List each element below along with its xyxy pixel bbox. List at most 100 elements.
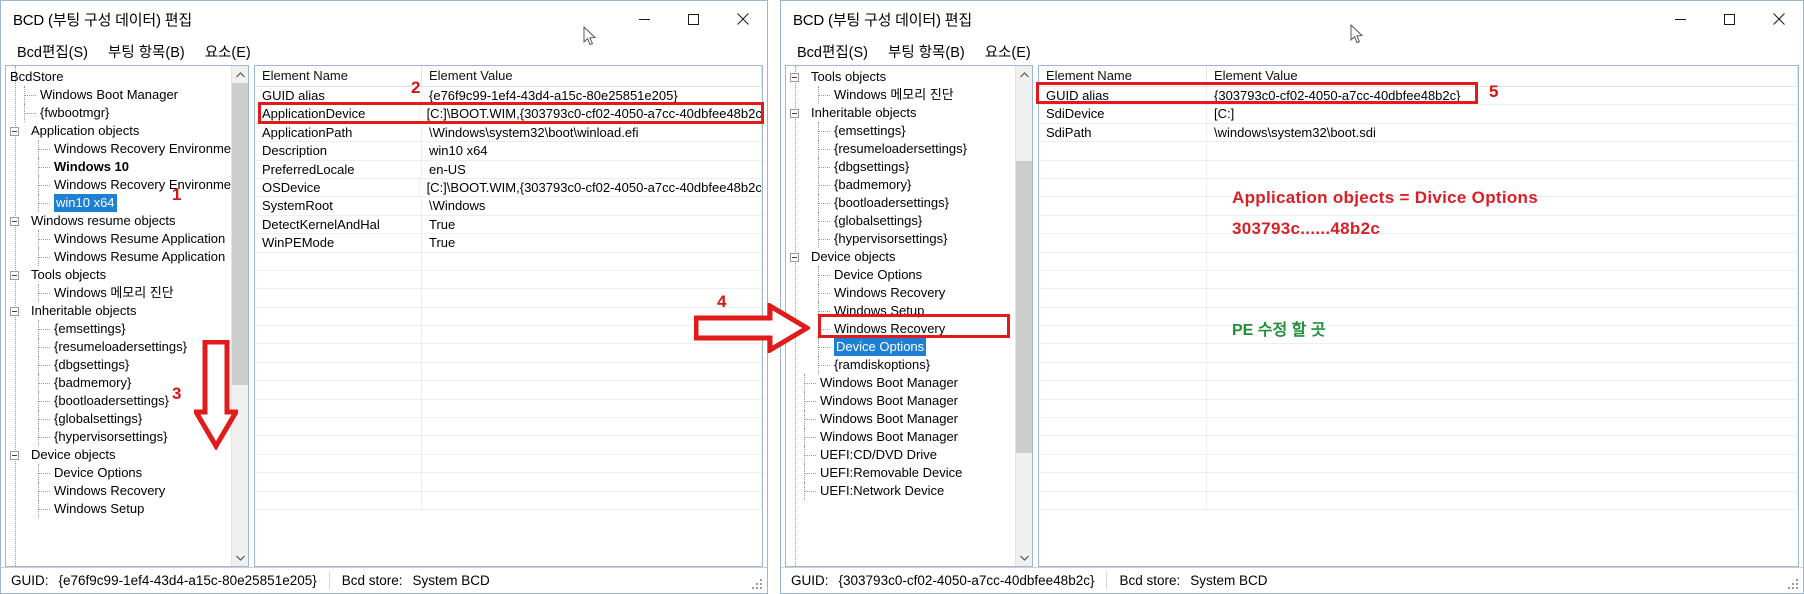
- tree-item[interactable]: {hypervisorsettings}: [786, 230, 1015, 248]
- tree-item[interactable]: {resumeloadersettings}: [786, 140, 1015, 158]
- table-row[interactable]: DetectKernelAndHal True: [255, 215, 762, 235]
- scroll-up-icon[interactable]: [232, 66, 248, 83]
- menu-element[interactable]: 요소(E): [975, 39, 1041, 64]
- tree-item[interactable]: {badmemory}: [6, 374, 231, 392]
- resize-grip-icon[interactable]: [1786, 577, 1800, 591]
- tree-collapse-icon[interactable]: [790, 252, 799, 262]
- tree-item[interactable]: Windows Setup: [786, 302, 1015, 320]
- tree-item[interactable]: Device Options: [786, 266, 1015, 284]
- table-row[interactable]: [1039, 381, 1798, 400]
- right-tree-scroll-thumb[interactable]: [1016, 161, 1032, 453]
- table-row[interactable]: [1039, 326, 1798, 345]
- tree-item[interactable]: win10 x64: [6, 194, 231, 212]
- tree-collapse-icon[interactable]: [790, 108, 799, 118]
- menu-element[interactable]: 요소(E): [195, 39, 261, 64]
- right-tree[interactable]: Tools objects Windows 메모리 진단 Inheritable o…: [786, 66, 1015, 566]
- scroll-down-icon[interactable]: [1016, 549, 1032, 566]
- tree-item[interactable]: Windows Boot Manager: [786, 392, 1015, 410]
- table-row[interactable]: [255, 381, 762, 400]
- table-row[interactable]: [1039, 215, 1798, 235]
- column-header-element-value[interactable]: Element Value: [422, 66, 762, 86]
- left-tree-scroll-thumb[interactable]: [232, 83, 248, 385]
- tree-item[interactable]: Windows Resume Application: [6, 248, 231, 266]
- column-header-element-name[interactable]: Element Name: [1039, 66, 1207, 86]
- tree-item[interactable]: Inheritable objects: [786, 104, 1015, 122]
- tree-item[interactable]: {globalsettings}: [786, 212, 1015, 230]
- tree-item[interactable]: Windows Recovery: [786, 284, 1015, 302]
- right-list-body[interactable]: GUID alias {303793c0-cf02-4050-a7cc-40dbf…: [1039, 87, 1798, 566]
- tree-item[interactable]: Windows Recovery: [786, 320, 1015, 338]
- table-row[interactable]: WinPEMode True: [255, 234, 762, 253]
- tree-item[interactable]: {emsettings}: [786, 122, 1015, 140]
- table-row[interactable]: [255, 399, 762, 419]
- tree-item[interactable]: Windows resume objects: [6, 212, 231, 230]
- resize-grip-icon[interactable]: [750, 577, 764, 591]
- table-row[interactable]: [1039, 307, 1798, 327]
- tree-collapse-icon[interactable]: [10, 216, 19, 226]
- tree-item[interactable]: {emsettings}: [6, 320, 231, 338]
- table-row[interactable]: ApplicationPath \Windows\system32\boot\wi…: [255, 123, 762, 143]
- tree-collapse-icon[interactable]: [790, 72, 799, 82]
- table-row[interactable]: [255, 270, 762, 290]
- table-row[interactable]: SdiDevice [C:]: [1039, 105, 1798, 124]
- table-row[interactable]: SdiPath \windows\system32\boot.sdi: [1039, 123, 1798, 143]
- tree-item[interactable]: Windows Boot Manager: [786, 428, 1015, 446]
- table-row[interactable]: GUID alias {e76f9c99-1ef4-43d4-a15c-80e25…: [255, 87, 762, 106]
- table-row[interactable]: [1039, 491, 1798, 510]
- table-row[interactable]: [1039, 270, 1798, 290]
- tree-item[interactable]: UEFI:Network Device: [786, 482, 1015, 500]
- minimize-icon[interactable]: [1656, 1, 1705, 37]
- tree-collapse-icon[interactable]: [10, 270, 19, 280]
- table-row[interactable]: [1039, 418, 1798, 437]
- tree-item[interactable]: Windows Boot Manager: [786, 410, 1015, 428]
- table-row[interactable]: [255, 289, 762, 308]
- table-row[interactable]: [255, 344, 762, 363]
- left-tree-scrollbar[interactable]: [231, 66, 248, 566]
- table-row[interactable]: GUID alias {303793c0-cf02-4050-a7cc-40dbf…: [1039, 87, 1798, 106]
- maximize-icon[interactable]: [669, 1, 718, 37]
- menu-bcd-edit[interactable]: Bcd편집(S): [7, 39, 98, 64]
- tree-item[interactable]: Windows 10: [6, 158, 231, 176]
- menu-boot-entry[interactable]: 부팅 항목(B): [878, 39, 975, 64]
- table-row[interactable]: Description win10 x64: [255, 142, 762, 161]
- table-row[interactable]: [255, 491, 762, 510]
- column-header-element-value[interactable]: Element Value: [1207, 66, 1798, 86]
- table-row[interactable]: [255, 252, 762, 271]
- tree-item[interactable]: Windows Boot Manager: [786, 374, 1015, 392]
- left-tree[interactable]: BcdStore Windows Boot Manager {fwbootmgr} A…: [6, 66, 231, 566]
- close-icon[interactable]: [718, 1, 767, 37]
- tree-item[interactable]: {bootloadersettings}: [786, 194, 1015, 212]
- table-row[interactable]: SystemRoot \Windows: [255, 197, 762, 216]
- table-row[interactable]: [255, 454, 762, 474]
- tree-item[interactable]: Windows Resume Application: [6, 230, 231, 248]
- table-row[interactable]: [1039, 399, 1798, 419]
- tree-item[interactable]: Device Options: [6, 464, 231, 482]
- tree-item[interactable]: {badmemory}: [786, 176, 1015, 194]
- tree-item[interactable]: {ramdiskoptions}: [786, 356, 1015, 374]
- table-row[interactable]: [1039, 344, 1798, 363]
- tree-item[interactable]: Device objects: [786, 248, 1015, 266]
- tree-item[interactable]: Device objects: [6, 446, 231, 464]
- table-row[interactable]: [255, 326, 762, 345]
- menu-bcd-edit[interactable]: Bcd편집(S): [787, 39, 878, 64]
- tree-item[interactable]: Device Options: [786, 338, 1015, 356]
- table-row[interactable]: [1039, 234, 1798, 253]
- table-row[interactable]: [255, 436, 762, 455]
- tree-item[interactable]: {fwbootmgr}: [6, 104, 231, 122]
- tree-item[interactable]: Windows Recovery Environment: [6, 140, 231, 158]
- table-row[interactable]: [1039, 473, 1798, 492]
- close-icon[interactable]: [1754, 1, 1803, 37]
- tree-item[interactable]: Application objects: [6, 122, 231, 140]
- left-list-body[interactable]: GUID alias {e76f9c99-1ef4-43d4-a15c-80e25…: [255, 87, 762, 566]
- minimize-icon[interactable]: [620, 1, 669, 37]
- table-row[interactable]: PreferredLocale en-US: [255, 160, 762, 179]
- tree-item[interactable]: {bootloadersettings}: [6, 392, 231, 410]
- tree-collapse-icon[interactable]: [10, 450, 19, 460]
- table-row[interactable]: OSDevice [C:]\BOOT.WIM,{303793c0-cf02-405…: [255, 178, 762, 198]
- tree-item[interactable]: Windows Recovery Environment: [6, 176, 231, 194]
- maximize-icon[interactable]: [1705, 1, 1754, 37]
- table-row[interactable]: [255, 473, 762, 492]
- table-row[interactable]: ApplicationDevice [C:]\BOOT.WIM,{303793c0…: [255, 105, 762, 124]
- tree-item[interactable]: {resumeloadersettings}: [6, 338, 231, 356]
- table-row[interactable]: [1039, 142, 1798, 161]
